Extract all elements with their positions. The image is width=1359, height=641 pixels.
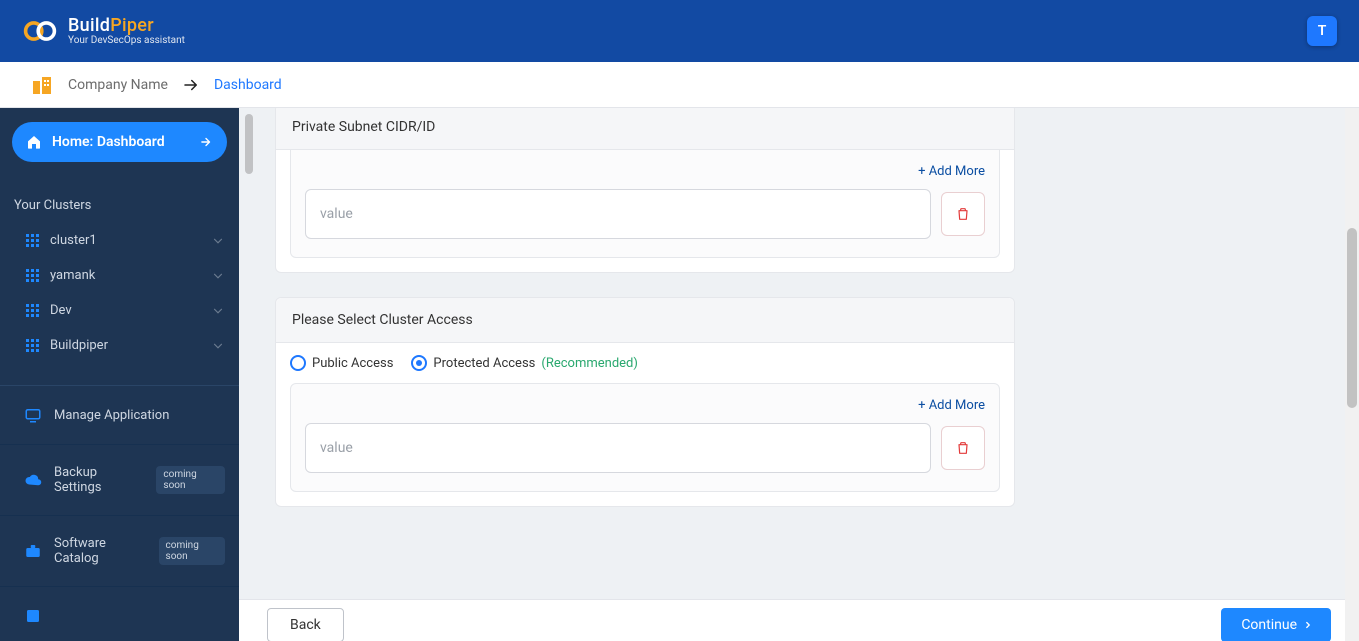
main-area: Private Subnet CIDR/ID Add More Please S… (239, 108, 1359, 641)
cluster-access-card: Please Select Cluster Access Public Acce… (275, 297, 1015, 507)
radio-protected-label: Protected Access (433, 356, 535, 371)
sidebar-cluster-item[interactable]: Dev (0, 293, 239, 328)
add-more-subnet[interactable]: Add More (918, 164, 985, 179)
sidebar-cluster-item[interactable]: yamank (0, 258, 239, 293)
back-button[interactable]: Back (267, 608, 344, 641)
trash-icon (955, 205, 971, 223)
chevron-down-icon (211, 339, 225, 353)
radio-public-label: Public Access (312, 356, 393, 371)
add-more-access[interactable]: Add More (918, 398, 985, 413)
home-label: Home: Dashboard (52, 134, 165, 150)
home-dashboard-button[interactable]: Home: Dashboard (12, 122, 227, 162)
continue-label: Continue (1241, 617, 1297, 633)
sidebar-software-catalog[interactable]: Software Catalog coming soon (0, 516, 239, 587)
arrow-right-icon (199, 135, 213, 149)
briefcase-icon (24, 542, 42, 560)
monitor-icon (24, 406, 42, 424)
subnet-value-input[interactable] (305, 189, 931, 239)
cluster-label: yamank (50, 268, 95, 283)
subnet-card-title: Private Subnet CIDR/ID (276, 108, 1014, 150)
clusters-section-title: Your Clusters (0, 172, 239, 223)
sidebar-backup-settings[interactable]: Backup Settings coming soon (0, 445, 239, 516)
form-footer: Back Continue (239, 599, 1359, 641)
chevron-down-icon (211, 234, 225, 248)
cluster-label: cluster1 (50, 233, 97, 248)
chevron-down-icon (211, 304, 225, 318)
sidebar-manage-application[interactable]: Manage Application (0, 386, 239, 445)
delete-access-button[interactable] (941, 426, 985, 470)
radio-public-access[interactable]: Public Access (290, 355, 393, 371)
brand-block: BuildPiper Your DevSecOps assistant (22, 16, 185, 47)
cluster-grid-icon (26, 339, 40, 353)
breadcrumb-dashboard-link[interactable]: Dashboard (214, 77, 282, 93)
manage-application-label: Manage Application (54, 408, 169, 423)
radio-circle-icon (290, 355, 306, 371)
continue-button[interactable]: Continue (1221, 608, 1331, 641)
sidebar: Home: Dashboard Your Clusters cluster1 y… (0, 108, 239, 641)
radio-protected-access[interactable]: Protected Access (Recommended) (411, 355, 637, 371)
scroll-hint-left (245, 114, 253, 174)
sidebar-cluster-item[interactable]: Buildpiper (0, 328, 239, 363)
user-avatar[interactable]: T (1307, 16, 1337, 46)
chevron-right-icon (1303, 620, 1313, 630)
arrow-right-icon (182, 76, 200, 94)
breadcrumb-bar: Company Name Dashboard (0, 62, 1359, 108)
backup-settings-label: Backup Settings (54, 465, 142, 495)
sidebar-item-truncated[interactable] (0, 587, 239, 625)
generic-icon (24, 607, 42, 625)
cluster-access-title: Please Select Cluster Access (276, 298, 1014, 343)
delete-subnet-button[interactable] (941, 192, 985, 236)
radio-circle-icon (411, 355, 427, 371)
cluster-grid-icon (26, 269, 40, 283)
recommended-hint: (Recommended) (541, 356, 638, 371)
sidebar-cluster-item[interactable]: cluster1 (0, 223, 239, 258)
cluster-label: Buildpiper (50, 338, 108, 353)
trash-icon (955, 439, 971, 457)
page-scrollbar[interactable] (1345, 108, 1359, 641)
cluster-grid-icon (26, 234, 40, 248)
software-catalog-label: Software Catalog (54, 536, 145, 566)
brand-name: BuildPiper (68, 16, 185, 36)
home-icon (26, 134, 42, 150)
coming-soon-badge: coming soon (156, 466, 225, 494)
access-value-input[interactable] (305, 423, 931, 473)
chevron-down-icon (211, 269, 225, 283)
cluster-label: Dev (50, 303, 72, 318)
org-building-icon (30, 73, 54, 97)
brand-tagline: Your DevSecOps assistant (68, 35, 185, 46)
coming-soon-badge: coming soon (159, 537, 225, 565)
breadcrumb-company: Company Name (68, 77, 168, 93)
cloud-icon (24, 471, 42, 489)
cluster-grid-icon (26, 304, 40, 318)
subnet-card: Private Subnet CIDR/ID Add More (275, 108, 1015, 273)
brand-logo-icon (22, 17, 58, 45)
app-top-bar: BuildPiper Your DevSecOps assistant T (0, 0, 1359, 62)
